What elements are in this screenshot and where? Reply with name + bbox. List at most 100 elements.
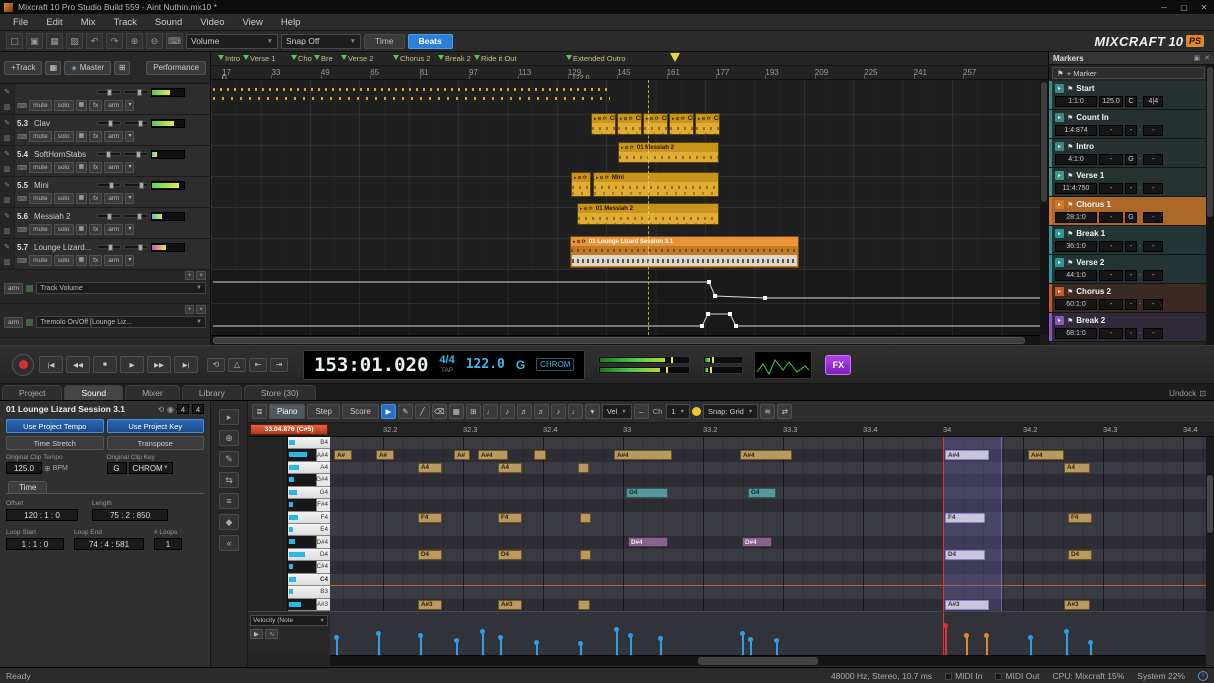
midi-out-indicator[interactable]: MIDI Out xyxy=(995,671,1039,681)
section-marker-icon[interactable] xyxy=(341,55,347,60)
fx-button[interactable]: fx xyxy=(89,224,102,235)
volume-slider[interactable] xyxy=(97,90,121,94)
marker-signature-field[interactable]: 4|4 xyxy=(1143,96,1163,107)
marker-type-icon[interactable]: ▸ xyxy=(1055,171,1064,180)
section-label-ride-it-out[interactable]: Ride it Out xyxy=(481,54,516,63)
orig-tempo-field[interactable]: 125.0 xyxy=(6,462,42,474)
menu-help[interactable]: Help xyxy=(272,15,310,30)
clip-body[interactable] xyxy=(594,182,718,196)
master-track-button[interactable]: ◈Master xyxy=(64,61,111,75)
solo-button[interactable]: solo xyxy=(54,131,74,142)
clip-body[interactable] xyxy=(696,123,719,134)
marker-type-icon[interactable]: ▸ xyxy=(1055,113,1064,122)
performance-button[interactable]: Performance xyxy=(146,61,206,75)
clip-body[interactable] xyxy=(619,152,718,162)
section-marker-icon[interactable] xyxy=(291,55,297,60)
pan-slider[interactable] xyxy=(124,245,148,249)
solo-button[interactable]: solo xyxy=(54,100,74,111)
clip-mini[interactable]: ▸⊘⟳Mini xyxy=(593,172,719,197)
clip-header[interactable]: ▸⊘⟳Clav xyxy=(670,114,693,123)
go-to-end-button[interactable]: ▶| xyxy=(174,356,198,373)
note-grid[interactable]: A#A#A4F4D4A#3A#A#4A4F4D4A#3A#4G4D#4A#4G4… xyxy=(330,437,1206,611)
clip-header-icons[interactable]: ▸⊘⟳ xyxy=(574,175,588,181)
marker-signature-field[interactable]: - xyxy=(1143,270,1163,281)
beats-mode-button[interactable]: Beats xyxy=(408,34,453,49)
track-dropdown-icon[interactable]: ▾ xyxy=(125,255,134,266)
fx-button[interactable]: FX xyxy=(825,355,851,375)
midi-note[interactable]: F4 xyxy=(498,513,522,523)
panel-menu-icon[interactable]: ▣ xyxy=(1194,54,1201,62)
scrollbar-thumb[interactable] xyxy=(1041,82,1047,202)
pencil-icon[interactable]: ✎ xyxy=(398,404,413,419)
midi-note[interactable] xyxy=(578,600,590,610)
track-dropdown-icon[interactable]: ▾ xyxy=(125,100,134,111)
track-row[interactable]: ✎▥ 5.3 Clav ⌨ mute solo ▦ fx arm ▾ xyxy=(0,115,210,146)
midi-note[interactable]: D4 xyxy=(945,550,985,560)
mute-button[interactable]: mute xyxy=(29,224,51,235)
offset-field[interactable]: 120 : 1 : 0 xyxy=(6,509,78,521)
edit-icon[interactable]: ✎ xyxy=(4,243,10,251)
clip-sig-denominator[interactable]: 4 xyxy=(192,404,204,414)
automation-curve[interactable] xyxy=(211,304,1040,335)
use-project-tempo-button[interactable]: Use Project Tempo xyxy=(6,419,104,433)
track-name[interactable]: SoftHornStabs xyxy=(34,150,94,159)
clip-header-icons[interactable]: ▸⊘⟳ xyxy=(621,145,635,151)
section-marker-icon[interactable] xyxy=(474,55,480,60)
punch-out-icon[interactable]: ⇥ xyxy=(270,358,288,372)
keyboard-icon[interactable]: ⌨ xyxy=(17,102,27,110)
section-label-cho[interactable]: Cho xyxy=(298,54,312,63)
clip-selected-strip[interactable] xyxy=(572,255,797,266)
midi-note[interactable]: F4 xyxy=(945,513,985,523)
automation-lane-header[interactable]: + × arm Track Volume▼ xyxy=(0,270,210,304)
keyboard-icon[interactable]: ⌨ xyxy=(17,164,27,172)
length-field[interactable]: 75 : 2 : 850 xyxy=(92,509,168,521)
velocity-stem[interactable] xyxy=(1090,642,1092,655)
mode-tab-score[interactable]: Score xyxy=(342,404,379,419)
velocity-stem[interactable] xyxy=(660,638,662,655)
piano-key-f4[interactable]: F4 xyxy=(288,512,330,524)
piano-key-cs4[interactable]: C#4 xyxy=(288,561,330,573)
velocity-stem[interactable] xyxy=(742,633,744,655)
piano-key-as4[interactable]: A#4 xyxy=(288,449,330,461)
timeline-horizontal-scrollbar[interactable] xyxy=(211,335,1040,345)
midi-note[interactable]: A#4 xyxy=(945,450,989,460)
marker-type-icon[interactable]: ▸ xyxy=(1055,229,1064,238)
panel-close-icon[interactable]: ✕ xyxy=(1204,54,1210,62)
velocity-type-select[interactable]: Velocity (Note ▼ xyxy=(250,615,328,626)
menu-sound[interactable]: Sound xyxy=(146,15,191,30)
marker-tool-icon[interactable]: ◆ xyxy=(219,514,239,530)
clip-header-icons[interactable]: ▸⊘⟳ xyxy=(672,116,686,122)
automation-lane-header[interactable]: + × arm Tremolo On/Off [Lounge Liz...▼ xyxy=(0,304,210,338)
layers-icon[interactable]: ▥ xyxy=(4,258,11,266)
section-marker-icon[interactable] xyxy=(393,55,399,60)
markers-scrollbar[interactable] xyxy=(1206,65,1214,345)
move-tool-icon[interactable]: ⇆ xyxy=(219,472,239,488)
grid-icon[interactable]: ▦ xyxy=(76,224,88,235)
marker-tempo-field[interactable]: - xyxy=(1099,328,1123,339)
track-dropdown-icon[interactable]: ▾ xyxy=(125,162,134,173)
arm-button[interactable]: arm xyxy=(104,193,123,204)
timeline-playhead-marker[interactable] xyxy=(670,53,680,62)
velocity-stem[interactable] xyxy=(536,642,538,655)
midi-note[interactable]: G4 xyxy=(748,488,776,498)
marker-time-field[interactable]: 36:1:0 xyxy=(1055,241,1097,252)
section-marker-icon[interactable] xyxy=(314,55,320,60)
midi-note[interactable]: F4 xyxy=(1068,513,1092,523)
marker-key-field[interactable]: - xyxy=(1125,183,1137,194)
volume-slider[interactable] xyxy=(97,183,121,187)
midi-note[interactable]: D#4 xyxy=(628,537,668,547)
erase-icon[interactable]: ⌫ xyxy=(432,404,447,419)
solo-button[interactable]: solo xyxy=(54,193,74,204)
note-value-icon[interactable]: ♪ xyxy=(551,404,566,419)
midi-note[interactable]: A#3 xyxy=(945,600,989,610)
collapse-panel-icon[interactable]: « xyxy=(219,535,239,551)
marker-type-icon[interactable]: ▸ xyxy=(1055,258,1064,267)
marker-key-field[interactable]: C xyxy=(1125,96,1137,107)
clip-header-icons[interactable]: ▸⊘⟳ xyxy=(596,175,610,181)
track-name[interactable]: Messiah 2 xyxy=(34,212,94,221)
arm-button[interactable]: arm xyxy=(104,100,123,111)
section-marker-icon[interactable] xyxy=(566,55,572,60)
piano-key-as3[interactable]: A#3 xyxy=(288,599,330,611)
rewind-button[interactable]: ◀◀ xyxy=(66,356,90,373)
midi-note[interactable]: A#3 xyxy=(498,600,522,610)
